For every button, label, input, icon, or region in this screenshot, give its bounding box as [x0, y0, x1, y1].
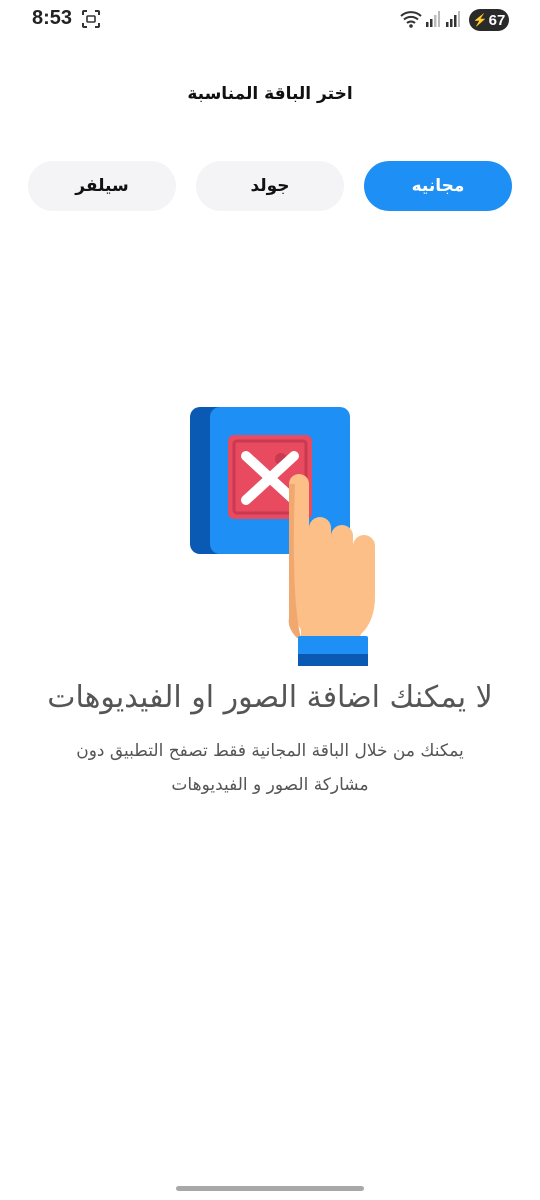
battery-indicator: ⚡ 67 [469, 9, 509, 31]
status-time: 8:53 [32, 7, 73, 29]
screenshot-icon [82, 10, 100, 28]
status-bar: 8:53 ⚡ 67 [0, 0, 540, 40]
charging-icon: ⚡ [472, 13, 488, 27]
blocked-image-hand-icon [186, 404, 386, 670]
home-indicator[interactable] [176, 1186, 364, 1191]
tab-silver[interactable]: سيلفر [28, 161, 176, 211]
page-title: اختر الباقة المناسبة [187, 84, 353, 104]
tab-gold[interactable]: جولد [196, 161, 344, 211]
cell-signal-icon [426, 10, 440, 28]
wifi-icon [400, 9, 422, 29]
plan-tabs: مجانيه جولد سيلفر [28, 161, 513, 211]
tab-free[interactable]: مجانيه [364, 161, 512, 211]
cell-signal-icon-2 [446, 10, 460, 28]
battery-level: 67 [488, 11, 506, 29]
restriction-headline: لا يمكنك اضافة الصور او الفيديوهات [47, 680, 493, 715]
screen: 8:53 ⚡ 67 اختر الباقة المناسبة مجانيه جو… [0, 0, 540, 1200]
restriction-description: يمكنك من خلال الباقة المجانية فقط تصفح ا… [76, 741, 464, 795]
